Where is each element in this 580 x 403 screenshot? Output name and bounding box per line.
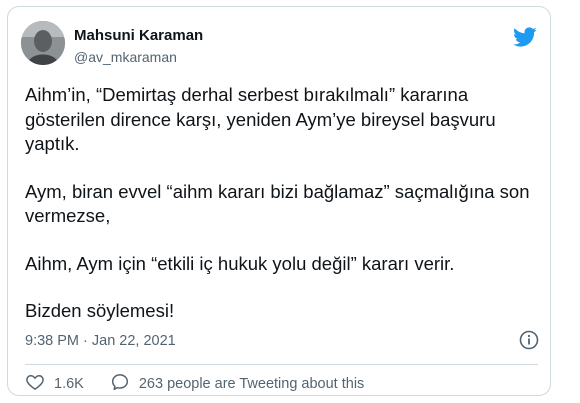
tweet-timestamp[interactable]: 9:38 PM · Jan 22, 2021 [25,333,176,349]
heart-icon [25,372,54,396]
tweet-card[interactable]: Mahsuni Karaman @av_mkaraman Aihm’in, “D… [7,6,551,396]
tweet-paragraph: Bizden söylemesi! [25,300,175,321]
speech-bubble-icon [110,372,139,396]
tweeting-about-link[interactable]: 263 people are Tweeting about this [110,372,364,396]
twitter-bird-icon[interactable] [513,25,537,49]
avatar[interactable] [21,21,65,65]
tweet-paragraph: Aym, biran evvel “aihm kararı bizi bağla… [25,180,530,227]
info-icon[interactable] [518,329,540,351]
tweet-text: Aihm’in, “Demirtaş derhal serbest bırakı… [25,83,545,324]
tweet-paragraph: Aihm, Aym için “etkili iç hukuk yolu değ… [25,252,455,274]
tweet-paragraph: Aihm’in, “Demirtaş derhal serbest bırakı… [25,84,496,154]
tweet-actions: 1.6K 263 people are Tweeting about this [25,373,364,395]
like-button[interactable]: 1.6K [25,372,84,396]
author-handle[interactable]: @av_mkaraman [74,49,177,65]
like-count: 1.6K [54,376,84,392]
author-name[interactable]: Mahsuni Karaman [74,27,203,44]
people-tweeting-text: 263 people are Tweeting about this [138,376,365,392]
divider [25,364,538,365]
